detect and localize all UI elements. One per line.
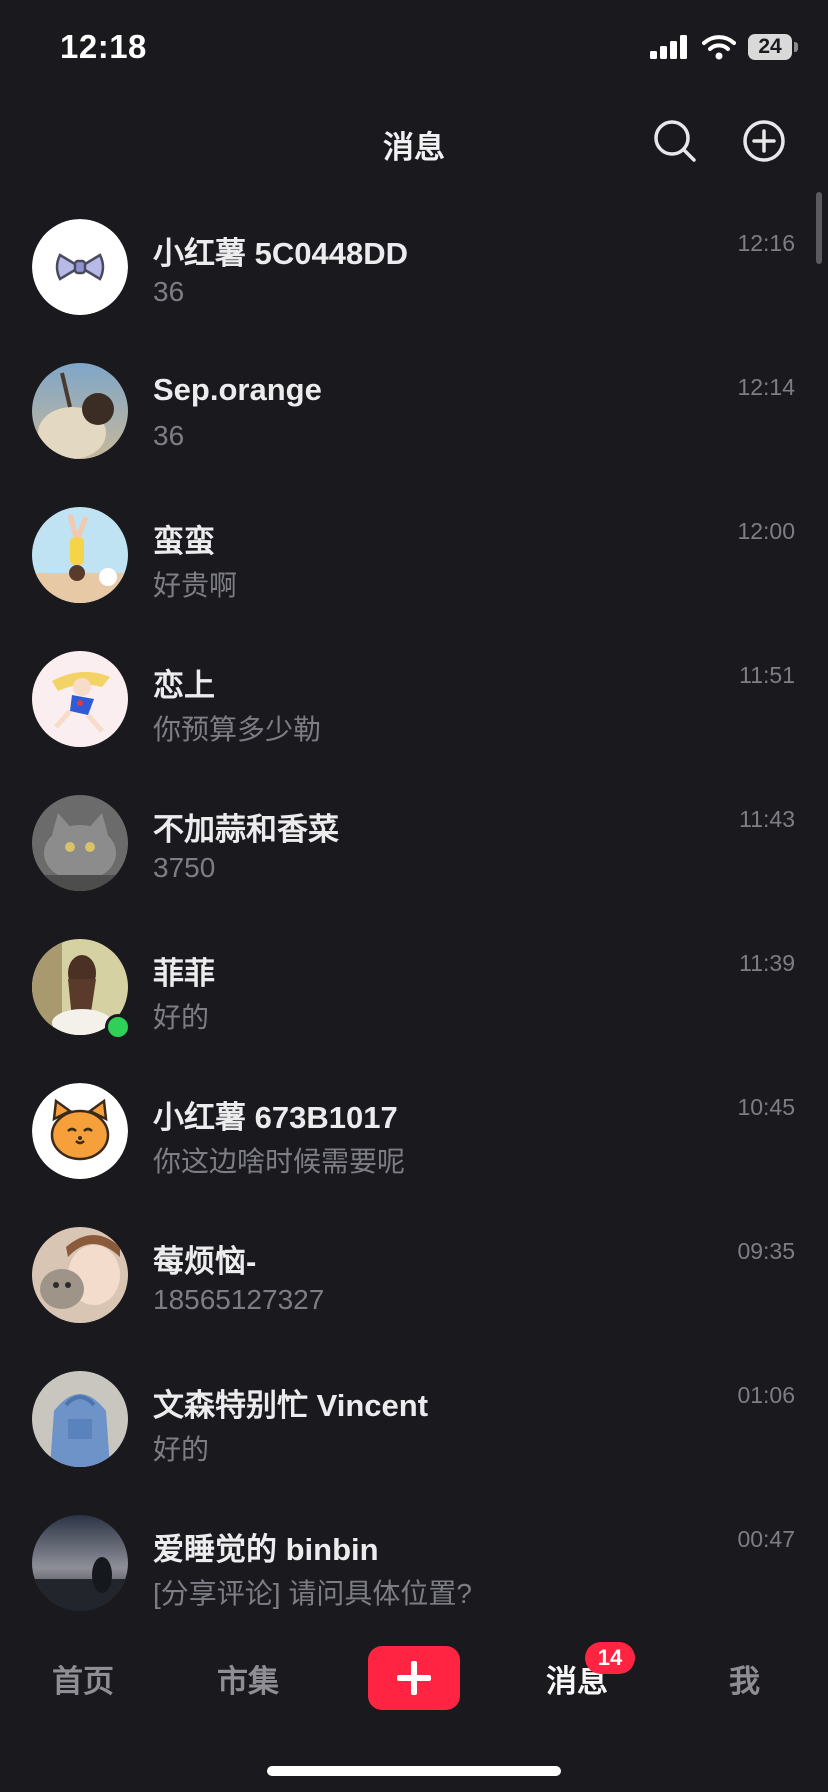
avatar — [32, 219, 128, 315]
search-icon — [654, 120, 696, 162]
conversation-item[interactable]: 不加蒜和香菜 3750 11:43 — [0, 772, 828, 916]
avatar — [32, 651, 128, 747]
conversation-preview: 好的 — [153, 1002, 210, 1033]
anime-girl-avatar — [32, 651, 128, 747]
conversation-name: 文森特别忙 Vincent — [153, 1388, 429, 1423]
avatar — [32, 1083, 128, 1179]
tab-market[interactable]: 市集 — [217, 1656, 279, 1701]
conversation-name: 恋上 — [153, 668, 215, 703]
conversation-time: 11:39 — [739, 950, 795, 976]
conversation-name: 蛮蛮 — [153, 524, 215, 559]
blue-hoodie-avatar — [32, 1371, 128, 1467]
post-button[interactable] — [368, 1646, 460, 1710]
online-status-indicator — [105, 1014, 131, 1040]
conversation-preview: 36 — [153, 420, 185, 451]
conversation-item[interactable]: 恋上 你预算多少勒 11:51 — [0, 628, 828, 772]
avatar — [32, 1227, 128, 1323]
add-button[interactable] — [741, 118, 787, 164]
conversation-preview: 18565127327 — [153, 1284, 325, 1315]
photo-avatar — [32, 363, 128, 459]
status-bar: 12:18 24 — [0, 0, 828, 100]
add-circle-icon — [743, 120, 785, 162]
tab-me[interactable]: 我 — [729, 1656, 760, 1701]
conversation-item[interactable]: Sep.orange 36 12:14 — [0, 340, 828, 484]
conversation-time: 11:51 — [739, 662, 795, 688]
tab-bar: 首页 市集 消息 14 我 — [0, 1616, 828, 1746]
tab-home[interactable]: 首页 — [52, 1656, 114, 1701]
conversation-time: 11:43 — [739, 806, 795, 832]
conversation-name: 小红薯 673B1017 — [153, 1100, 398, 1135]
signal-icon — [650, 35, 687, 59]
conversation-time: 12:14 — [737, 374, 795, 400]
battery-icon: 24 — [748, 34, 798, 60]
wifi-icon — [702, 35, 736, 60]
conversation-name: 不加蒜和香菜 — [153, 812, 339, 847]
bow-avatar — [32, 219, 128, 315]
conversation-name: Sep.orange — [153, 372, 322, 407]
girl-with-cat-avatar — [32, 1227, 128, 1323]
conversation-time: 09:35 — [737, 1238, 795, 1264]
sunset-avatar — [32, 1515, 128, 1611]
orange-cat-avatar — [32, 1083, 128, 1179]
battery-level: 24 — [758, 35, 782, 58]
status-icons: 24 — [650, 34, 798, 60]
page-title: 消息 — [383, 130, 445, 165]
conversation-time: 12:16 — [737, 230, 795, 256]
avatar — [32, 1371, 128, 1467]
avatar — [32, 1515, 128, 1611]
avatar — [32, 507, 128, 603]
avatar — [32, 363, 128, 459]
conversation-preview: 好的 — [153, 1434, 210, 1465]
status-time: 12:18 — [60, 28, 147, 65]
conversation-item[interactable]: 蛮蛮 好贵啊 12:00 — [0, 484, 828, 628]
conversation-item[interactable]: 小红薯 673B1017 你这边啥时候需要呢 10:45 — [0, 1060, 828, 1204]
search-button[interactable] — [652, 118, 698, 164]
conversation-item[interactable]: 文森特别忙 Vincent 好的 01:06 — [0, 1348, 828, 1492]
conversation-time: 01:06 — [737, 1382, 795, 1408]
conversation-name: 爱睡觉的 binbin — [153, 1532, 379, 1567]
conversation-list: 小红薯 5C0448DD 36 12:16 Sep.orange 36 12:1… — [0, 196, 828, 1616]
conversation-preview: 36 — [153, 276, 185, 307]
avatar — [32, 795, 128, 891]
conversation-preview: 你预算多少勒 — [153, 714, 322, 745]
conversation-item[interactable]: 菲菲 好的 11:39 — [0, 916, 828, 1060]
conversation-name: 莓烦恼- — [153, 1244, 257, 1279]
header: 消息 — [0, 100, 828, 184]
conversation-preview: 3750 — [153, 852, 216, 883]
conversation-time: 00:47 — [737, 1526, 795, 1552]
cartoon-yoga-avatar — [32, 507, 128, 603]
unread-badge: 14 — [585, 1642, 635, 1674]
conversation-item[interactable]: 爱睡觉的 binbin [分享评论] 请问具体位置? 00:47 — [0, 1492, 828, 1616]
conversation-name: 菲菲 — [153, 956, 215, 991]
conversation-name: 小红薯 5C0448DD — [153, 236, 408, 271]
conversation-preview: [分享评论] 请问具体位置? — [153, 1578, 472, 1609]
conversation-item[interactable]: 莓烦恼- 18565127327 09:35 — [0, 1204, 828, 1348]
conversation-preview: 好贵啊 — [153, 570, 238, 601]
home-indicator — [267, 1766, 561, 1776]
conversation-time: 12:00 — [737, 518, 795, 544]
conversation-time: 10:45 — [737, 1094, 795, 1120]
cat-photo-avatar — [32, 795, 128, 891]
conversation-item[interactable]: 小红薯 5C0448DD 36 12:16 — [0, 196, 828, 340]
conversation-preview: 你这边啥时候需要呢 — [153, 1146, 406, 1177]
